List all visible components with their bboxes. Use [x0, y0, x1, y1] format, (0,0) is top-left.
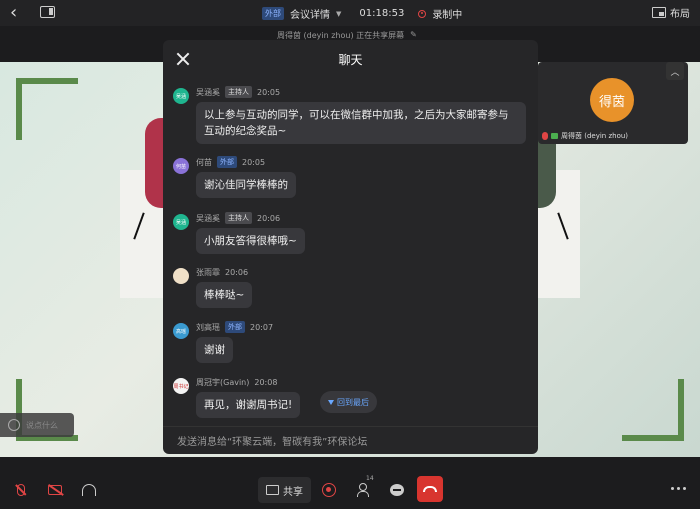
- participant-count: 14: [366, 475, 374, 482]
- message-time: 20:05: [257, 87, 281, 97]
- meeting-details-label[interactable]: 会议详情: [290, 6, 330, 21]
- avatar: [173, 268, 189, 284]
- sidebar-toggle-icon[interactable]: [40, 6, 55, 18]
- message-bubble[interactable]: 谢沁佳同学棒棒的: [196, 172, 296, 198]
- meeting-window: ‹ 外部 会议详情 ▼ 01:18:53 录制中 布局 周得茵 (deyin z…: [0, 0, 700, 509]
- layout-label: 布局: [670, 9, 690, 20]
- chat-icon: [390, 484, 404, 496]
- emoji-icon[interactable]: [8, 419, 20, 431]
- sender-name: 吴涵奚: [196, 87, 220, 97]
- chat-message: 何苗 何苗 外部 20:05 谢沁佳同学棒棒的: [173, 156, 296, 198]
- audio-button[interactable]: [76, 477, 102, 503]
- share-button[interactable]: 共享: [258, 477, 311, 503]
- chevron-up-icon[interactable]: ︿: [666, 62, 684, 80]
- mic-icon: [542, 132, 548, 140]
- recording-label: 录制中: [432, 10, 463, 21]
- screen-share-icon: [266, 485, 279, 495]
- chat-title: 聊天: [338, 52, 363, 67]
- avatar: 得茵: [590, 78, 634, 122]
- message-bubble[interactable]: 小朋友答得很棒哦~: [196, 228, 305, 254]
- sender-name: 吴涵奚: [196, 213, 220, 223]
- layout-button[interactable]: 布局: [652, 5, 690, 20]
- external-tag: 外部: [262, 7, 284, 20]
- chat-button[interactable]: [384, 477, 410, 503]
- external-tag: 外部: [217, 156, 237, 168]
- record-button[interactable]: [316, 477, 342, 503]
- avatar: 高瑶: [173, 323, 189, 339]
- back-arrow-icon[interactable]: ‹: [10, 4, 28, 22]
- camera-button[interactable]: [42, 477, 68, 503]
- chevron-down-icon[interactable]: ▼: [336, 10, 341, 18]
- message-time: 20:06: [257, 213, 281, 223]
- chat-message: 周书记 周冠宇(Gavin) 20:08 再见，谢谢周书记!: [173, 376, 301, 418]
- external-tag: 外部: [225, 321, 245, 333]
- chat-message: 张雨霏 20:06 棒棒哒~: [173, 266, 253, 308]
- chat-input[interactable]: 发送消息给“环聚云端，智碳有我”环保论坛: [163, 426, 538, 454]
- frame-decoration: [16, 78, 78, 140]
- avatar: 吴涵: [173, 88, 189, 104]
- meeting-timer: 01:18:53: [359, 8, 405, 19]
- chat-message: 吴涵 吴涵奚 主持人 20:06 小朋友答得很棒哦~: [173, 212, 305, 254]
- avatar: 吴涵: [173, 214, 189, 230]
- layout-icon: [652, 7, 666, 18]
- sender-name: 刘高瑶: [196, 322, 220, 332]
- message-bubble[interactable]: 再见，谢谢周书记!: [196, 392, 301, 418]
- record-icon: [322, 483, 336, 497]
- arrow-down-icon: [328, 399, 334, 405]
- chat-message: 吴涵 吴涵奚 主持人 20:05 以上参与互动的同学，可以在微信群中加我，之后为…: [173, 86, 526, 144]
- comment-input[interactable]: 说点什么: [0, 413, 74, 437]
- message-bubble[interactable]: 棒棒哒~: [196, 282, 253, 308]
- sender-name: 张雨霏: [196, 267, 220, 277]
- sender-name: 何苗: [196, 157, 212, 167]
- comment-placeholder: 说点什么: [26, 420, 58, 430]
- avatar: 何苗: [173, 158, 189, 174]
- participant-name-bar: 周得茵 (deyin zhou): [542, 131, 628, 141]
- message-time: 20:06: [225, 267, 249, 277]
- bottom-toolbar: 共享 14: [0, 470, 700, 509]
- participants-button[interactable]: 14: [350, 475, 376, 503]
- meeting-info[interactable]: 外部 会议详情 ▼ 01:18:53 录制中: [262, 6, 462, 21]
- message-time: 20:05: [242, 157, 266, 167]
- hang-up-button[interactable]: [417, 476, 443, 502]
- camera-icon: [551, 133, 558, 139]
- host-tag: 主持人: [225, 212, 252, 224]
- headphone-icon: [82, 484, 96, 496]
- message-time: 20:08: [254, 377, 278, 387]
- more-icon[interactable]: [671, 487, 686, 490]
- mic-off-icon: [17, 484, 25, 496]
- message-bubble[interactable]: 以上参与互动的同学，可以在微信群中加我，之后为大家邮寄参与互动的纪念奖品~: [196, 102, 526, 144]
- message-bubble[interactable]: 谢谢: [196, 337, 233, 363]
- scroll-to-bottom-label: 回到最后: [337, 397, 369, 407]
- phone-down-icon: [423, 486, 437, 492]
- close-icon[interactable]: [175, 51, 191, 67]
- avatar: 周书记: [173, 378, 189, 394]
- camera-off-icon: [48, 485, 62, 495]
- recording-icon: [418, 9, 427, 18]
- top-bar: ‹ 外部 会议详情 ▼ 01:18:53 录制中 布局: [0, 0, 700, 26]
- share-label: 共享: [283, 486, 303, 498]
- chat-panel: 聊天 吴涵 吴涵奚 主持人 20:05 以上参与互动的同学，可以在微信群中加我，…: [163, 40, 538, 454]
- host-tag: 主持人: [225, 86, 252, 98]
- chat-message: 高瑶 刘高瑶 外部 20:07 谢谢: [173, 321, 273, 363]
- sender-name: 周冠宇(Gavin): [196, 377, 250, 387]
- scroll-to-bottom-button[interactable]: 回到最后: [320, 391, 377, 413]
- chat-header: 聊天: [163, 40, 538, 78]
- participant-name: 周得茵 (deyin zhou): [561, 132, 629, 140]
- mute-button[interactable]: [8, 477, 34, 503]
- frame-decoration: [622, 379, 684, 441]
- people-icon: [356, 483, 370, 497]
- message-time: 20:07: [250, 322, 274, 332]
